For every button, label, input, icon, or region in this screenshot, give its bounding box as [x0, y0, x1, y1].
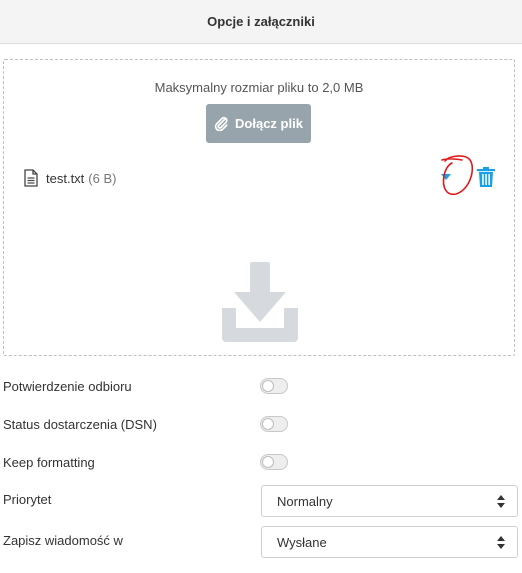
- attachment-item: test.txt (6 B): [24, 167, 496, 189]
- save-in-row: Zapisz wiadomość w Wysłane: [3, 526, 518, 558]
- dialog-header: Opcje i załączniki: [0, 0, 522, 44]
- attach-file-label: Dołącz plik: [235, 116, 303, 131]
- read-receipt-toggle[interactable]: [260, 378, 288, 394]
- toggle-knob: [262, 456, 274, 468]
- toggle-knob: [262, 418, 274, 430]
- priority-label: Priorytet: [3, 491, 52, 507]
- priority-select[interactable]: Normalny: [261, 485, 518, 517]
- dsn-label: Status dostarczenia (DSN): [3, 416, 157, 432]
- sort-arrows-icon: [497, 495, 505, 508]
- toggle-knob: [262, 380, 274, 392]
- dsn-toggle[interactable]: [260, 416, 288, 432]
- priority-value: Normalny: [277, 493, 333, 509]
- save-in-label: Zapisz wiadomość w: [3, 532, 123, 548]
- max-size-text: Maksymalny rozmiar pliku to 2,0 MB: [154, 80, 364, 95]
- keep-formatting-row: Keep formatting: [3, 451, 515, 473]
- keep-formatting-label: Keep formatting: [3, 454, 95, 470]
- dsn-row: Status dostarczenia (DSN): [3, 413, 515, 435]
- caret-down-icon: [441, 174, 451, 180]
- download-icon: [222, 262, 298, 342]
- read-receipt-row: Potwierdzenie odbioru: [3, 375, 515, 397]
- save-in-value: Wysłane: [277, 534, 327, 550]
- attach-file-button[interactable]: Dołącz plik: [206, 104, 311, 143]
- attachment-dropzone[interactable]: Maksymalny rozmiar pliku to 2,0 MB Dołąc…: [3, 59, 515, 356]
- read-receipt-label: Potwierdzenie odbioru: [3, 378, 132, 394]
- keep-formatting-toggle[interactable]: [260, 454, 288, 470]
- priority-row: Priorytet Normalny: [3, 485, 518, 517]
- trash-icon: [477, 167, 495, 187]
- save-in-select[interactable]: Wysłane: [261, 526, 518, 558]
- attachment-size: (6 B): [88, 170, 117, 186]
- delete-attachment-button[interactable]: [477, 167, 495, 187]
- paperclip-icon: [214, 116, 229, 131]
- text-file-icon: [24, 169, 38, 187]
- sort-arrows-icon: [497, 536, 505, 549]
- attachment-name: test.txt: [46, 170, 85, 186]
- attachment-menu-button[interactable]: [438, 171, 454, 183]
- dialog-title: Opcje i załączniki: [207, 14, 315, 29]
